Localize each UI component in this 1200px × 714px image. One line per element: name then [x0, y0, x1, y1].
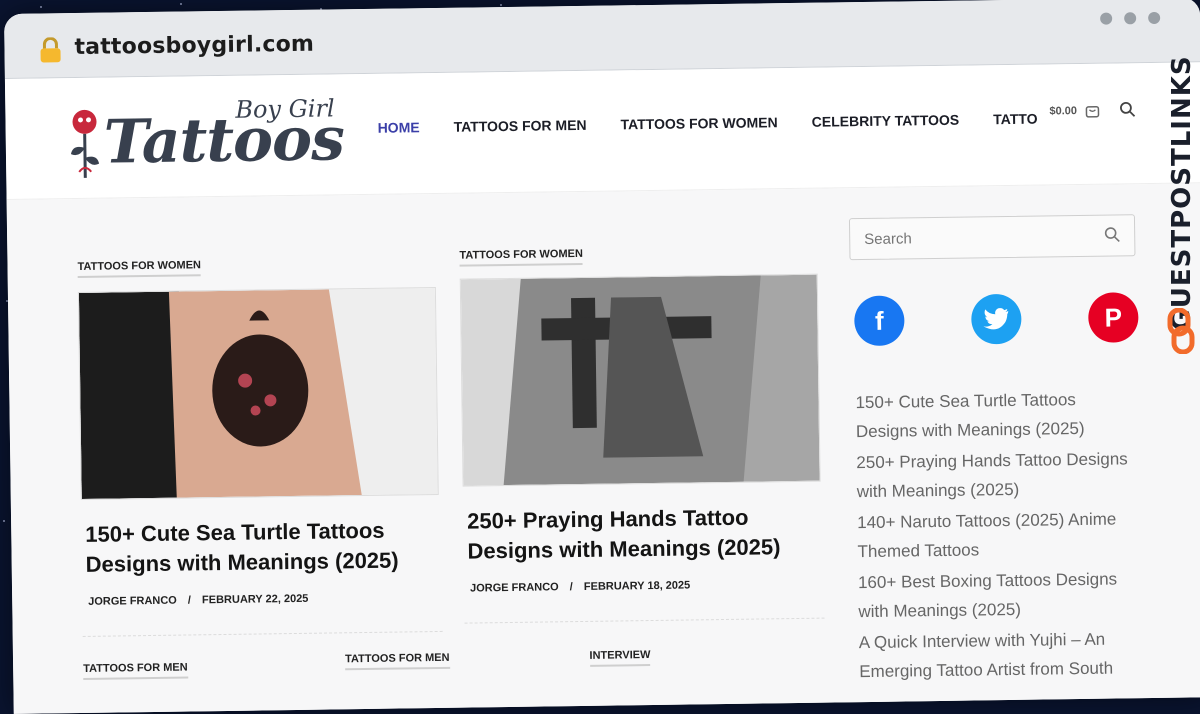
divider	[464, 617, 825, 624]
search-icon[interactable]	[1119, 101, 1136, 117]
post-title[interactable]: 250+ Praying Hands Tattoo Designs with M…	[467, 502, 824, 567]
watermark-text: GUESTPOSTLINKS	[1167, 55, 1197, 331]
nav-item-tattoos-for-men[interactable]: TATTOOS FOR MEN	[454, 117, 587, 135]
main-content: TATTOOS FOR WOMEN 150+ Cute Sea Turtle T…	[6, 183, 1200, 714]
post-category[interactable]: INTERVIEW	[589, 649, 651, 667]
post-meta: JORGE FRANCO / FEBRUARY 18, 2025	[470, 578, 824, 594]
nav-item-tattoo[interactable]: TATTOO	[993, 110, 1038, 127]
twitter-bird-icon	[983, 307, 1009, 330]
facebook-icon[interactable]: f	[854, 295, 905, 347]
post-author[interactable]: JORGE FRANCO	[88, 595, 177, 608]
meta-separator: /	[569, 581, 573, 594]
nav-item-tattoos-for-women[interactable]: TATTOOS FOR WOMEN	[620, 114, 777, 132]
post-category[interactable]: TATTOOS FOR MEN	[344, 651, 450, 671]
sidebar: f P 150+ Cute Sea Turtle Tattoos Designs…	[848, 214, 1146, 688]
cart-button[interactable]: $0.00	[1049, 104, 1099, 119]
recent-posts: 150+ Cute Sea Turtle Tattoos Designs wit…	[851, 384, 1145, 686]
post-category[interactable]: TATTOOS FOR WOMEN	[77, 259, 202, 278]
window-dot-icon[interactable]	[1148, 11, 1161, 25]
recent-post-link[interactable]: 160+ Best Boxing Tattoos Designs with Me…	[858, 564, 1145, 626]
recent-post-link[interactable]: 150+ Cute Sea Turtle Tattoos Designs wit…	[855, 384, 1142, 446]
site-logo[interactable]: Boy Girl Tattoos	[67, 94, 344, 188]
lock-icon	[40, 37, 61, 63]
nav-item-home[interactable]: HOME	[378, 119, 420, 136]
post-title[interactable]: 150+ Cute Sea Turtle Tattoos Designs wit…	[85, 515, 442, 580]
cart-amount: $0.00	[1049, 105, 1078, 118]
search-icon[interactable]	[1104, 226, 1120, 243]
post-date: FEBRUARY 18, 2025	[583, 579, 691, 593]
divider	[82, 630, 443, 637]
post-meta: JORGE FRANCO / FEBRUARY 22, 2025	[88, 591, 442, 608]
guestpostlinks-watermark: GUESTPOSTLINKS	[1162, 55, 1200, 358]
browser-window: tattoosboygirl.com Boy Girl Tattoos HOME	[4, 0, 1200, 714]
social-links: f P	[854, 292, 1139, 347]
post-thumbnail[interactable]	[77, 286, 439, 500]
post-card: TATTOOS FOR WOMEN 250+ Praying Hands Tat…	[344, 241, 825, 671]
window-controls	[1100, 11, 1161, 25]
turtle-tattoo-image	[78, 288, 438, 499]
site-header: Boy Girl Tattoos HOME TATTOOS FOR MEN TA…	[4, 62, 1200, 200]
address-bar-url[interactable]: tattoosboygirl.com	[74, 32, 314, 60]
post-card: TATTOOS FOR WOMEN 150+ Cute Sea Turtle T…	[77, 252, 443, 680]
post-author[interactable]: JORGE FRANCO	[470, 581, 559, 594]
link-chain-icon	[1167, 308, 1195, 354]
recent-post-link[interactable]: A Quick Interview with Yujhi – An Emergi…	[859, 624, 1146, 686]
pinterest-icon[interactable]: P	[1087, 292, 1139, 343]
search-input[interactable]	[849, 215, 1097, 260]
main-navigation: HOME TATTOOS FOR MEN TATTOOS FOR WOMEN C…	[377, 105, 1038, 144]
praying-hands-tattoo-image	[460, 274, 820, 486]
window-dot-icon[interactable]	[1124, 12, 1137, 25]
post-category[interactable]: TATTOOS FOR WOMEN	[459, 247, 583, 267]
twitter-icon[interactable]	[971, 293, 1022, 345]
recent-post-link[interactable]: 250+ Praying Hands Tattoo Designs with M…	[856, 444, 1143, 506]
recent-post-link[interactable]: 140+ Naruto Tattoos (2025) Anime Themed …	[857, 504, 1144, 566]
post-category[interactable]: TATTOOS FOR MEN	[83, 661, 188, 680]
logo-wordmark: Tattoos	[103, 104, 345, 178]
cart-icon	[1085, 106, 1099, 118]
meta-separator: /	[187, 594, 192, 607]
post-date: FEBRUARY 22, 2025	[201, 592, 309, 607]
window-dot-icon[interactable]	[1100, 12, 1113, 25]
rose-logo-icon	[70, 109, 100, 178]
post-thumbnail[interactable]	[459, 273, 821, 487]
sidebar-search	[848, 214, 1136, 261]
nav-item-celebrity-tattoos[interactable]: CELEBRITY TATTOOS	[812, 112, 960, 130]
